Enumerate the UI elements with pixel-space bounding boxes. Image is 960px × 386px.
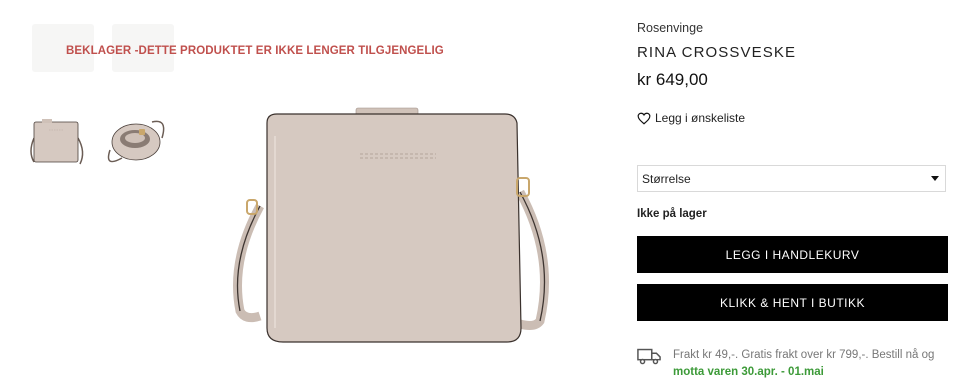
truck-icon: [637, 348, 661, 365]
click-and-collect-button[interactable]: KLIKK & HENT I BUTIKK: [637, 284, 948, 321]
shipping-cost-text: Frakt kr 49,-. Gratis frakt over kr 799,…: [673, 349, 935, 361]
shipping-info: Frakt kr 49,-. Gratis frakt over kr 799,…: [637, 347, 943, 381]
thumbnail-bag-front[interactable]: [22, 108, 90, 174]
unavailable-notice: BEKLAGER -DETTE PRODUKTET ER IKKE LENGER…: [66, 45, 444, 57]
add-to-cart-button[interactable]: LEGG I HANDLEKURV: [637, 236, 948, 273]
delivery-estimate: motta varen 30.apr. - 01.mai: [673, 366, 824, 378]
crossbody-bag-image-icon: [233, 107, 549, 343]
size-select-value: Størrelse: [642, 171, 691, 186]
bag-front-thumbnail-icon: [30, 119, 84, 165]
product-main-image: [205, 96, 565, 356]
product-title: RINA CROSSVESKE: [637, 44, 797, 61]
shipping-text: Frakt kr 49,-. Gratis frakt over kr 799,…: [673, 347, 943, 381]
product-price: kr 649,00: [637, 70, 708, 89]
wishlist-button[interactable]: Legg i ønskeliste: [637, 111, 745, 125]
bag-open-thumbnail-icon: [107, 120, 165, 163]
product-brand[interactable]: Rosenvinge: [637, 21, 703, 35]
stock-status: Ikke på lager: [637, 208, 707, 220]
size-select[interactable]: Størrelse: [637, 165, 946, 192]
chevron-down-icon: [931, 176, 939, 181]
thumbnail-bag-open[interactable]: [102, 108, 170, 174]
heart-icon: [637, 112, 651, 125]
wishlist-label: Legg i ønskeliste: [655, 111, 746, 125]
